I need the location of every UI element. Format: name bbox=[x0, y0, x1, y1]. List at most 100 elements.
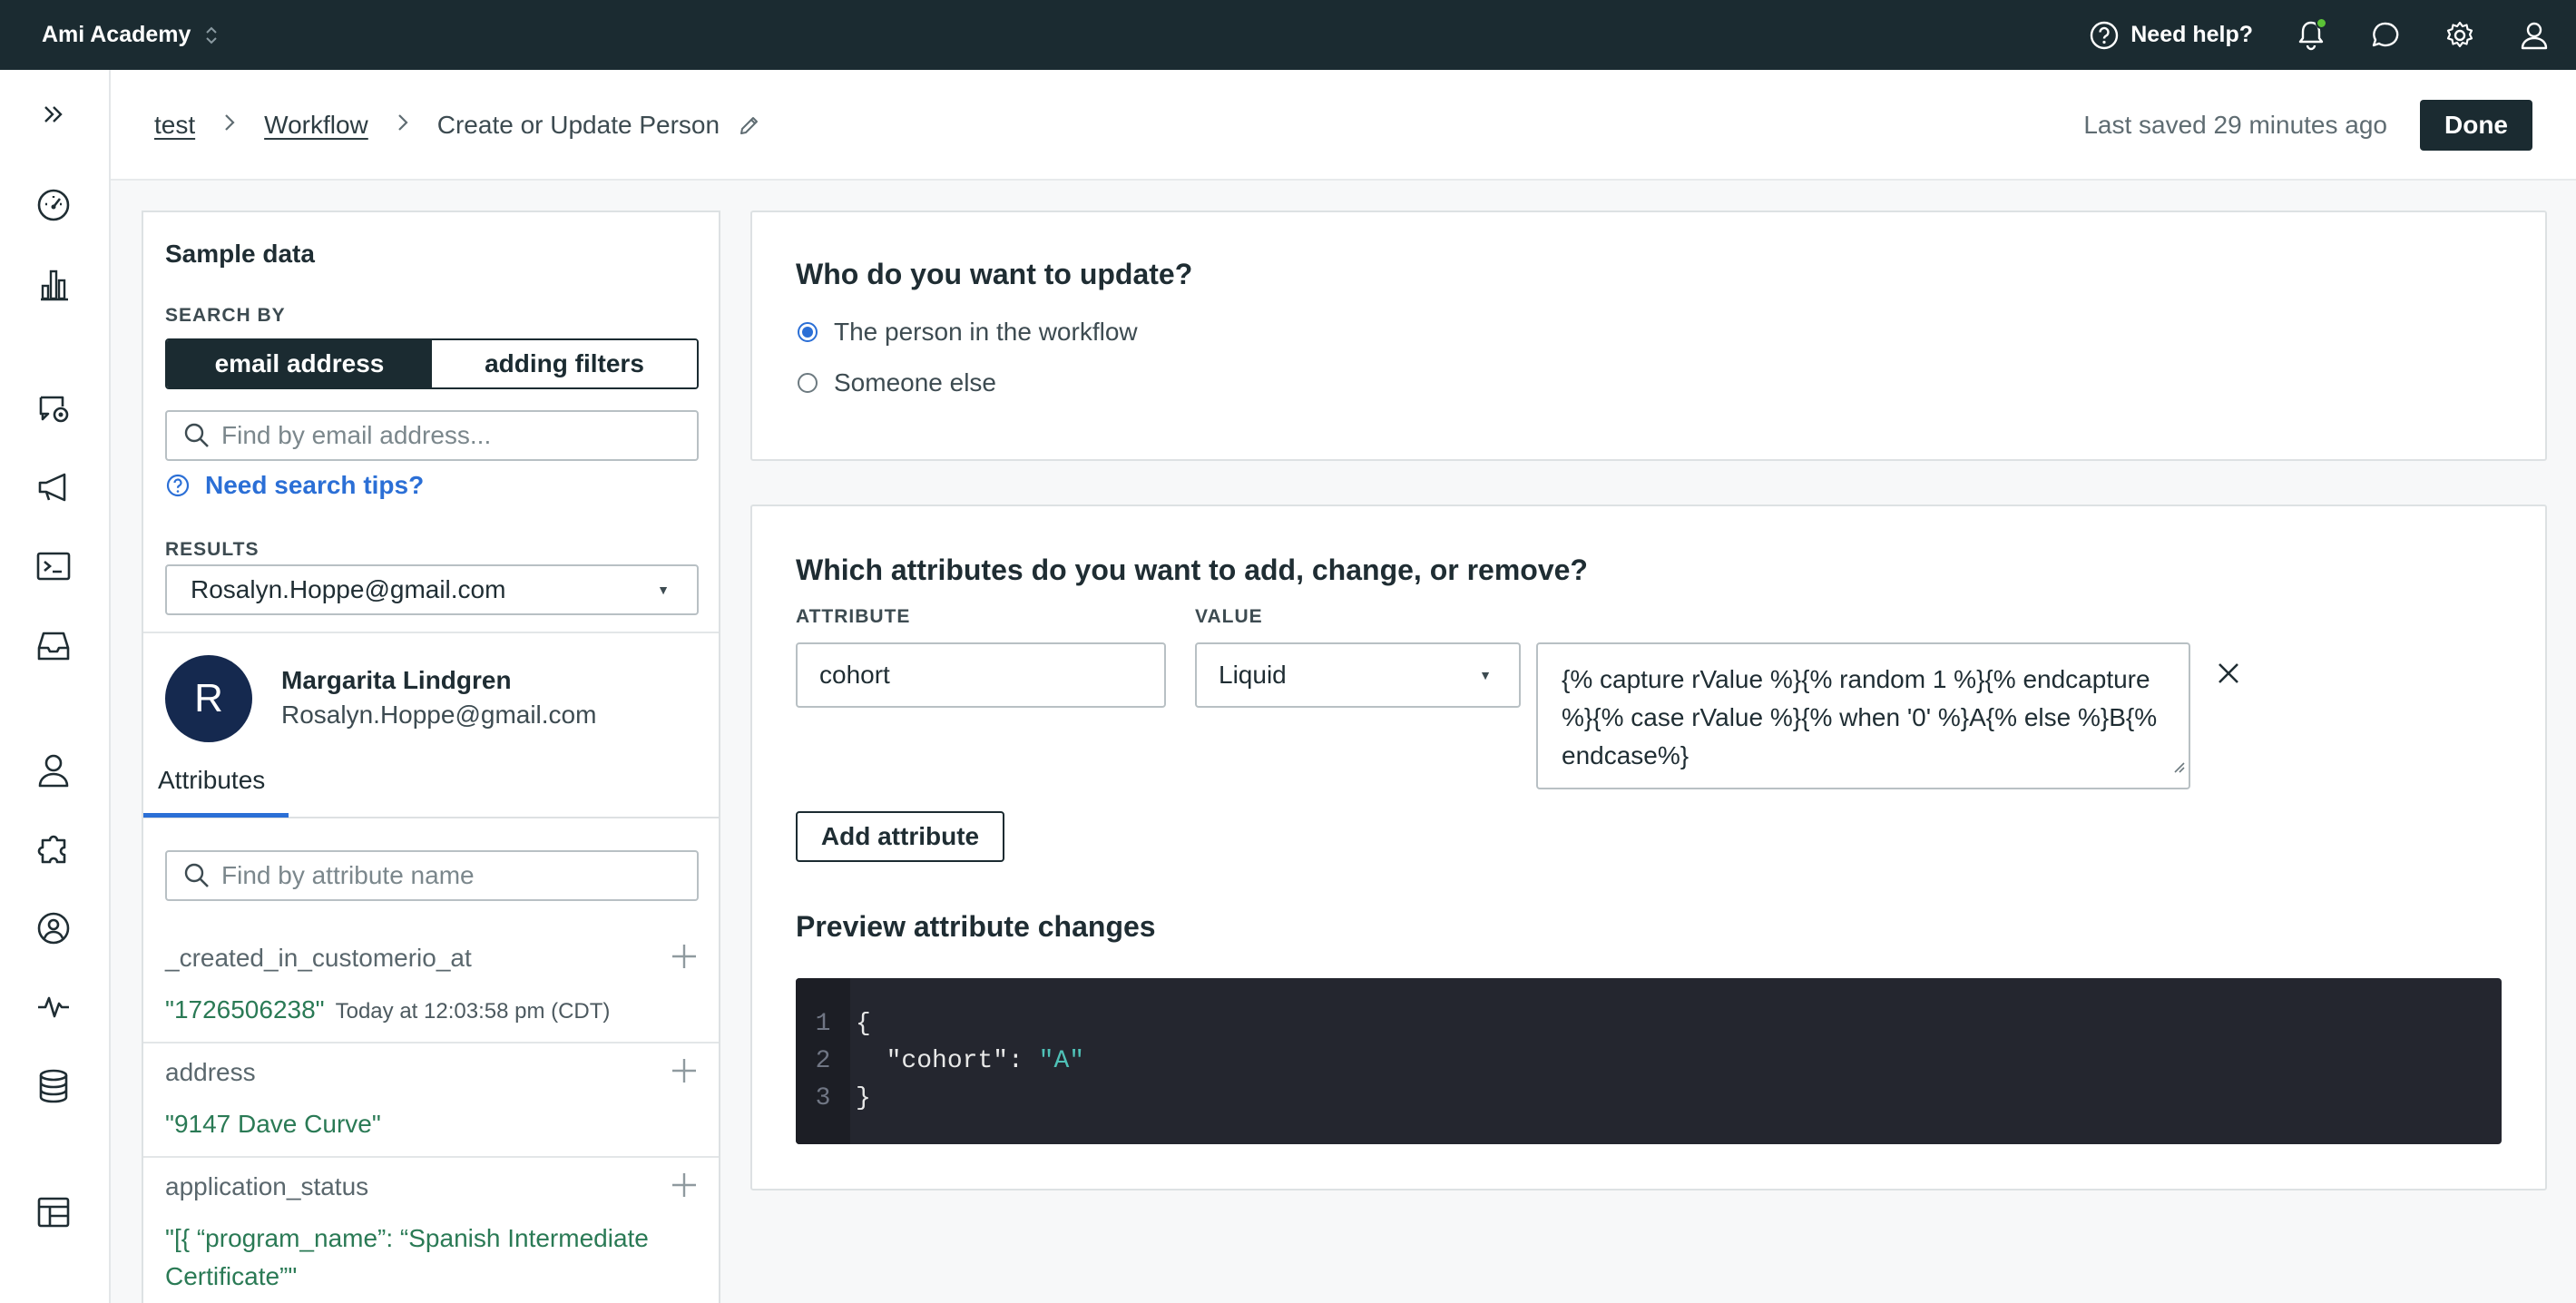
breadcrumb-workflow[interactable]: Workflow bbox=[264, 111, 368, 140]
attribute-timestamp: Today at 12:03:58 pm (CDT) bbox=[335, 999, 611, 1024]
attribute-name: _created_in_customerio_at bbox=[165, 944, 472, 972]
nav-inbox[interactable] bbox=[33, 624, 74, 666]
email-search-input[interactable] bbox=[221, 421, 693, 450]
person-icon bbox=[38, 754, 69, 788]
value-column-label: VALUE bbox=[1195, 606, 1263, 627]
search-icon bbox=[184, 423, 209, 447]
results-select[interactable]: Rosalyn.Hoppe@gmail.com ▼ bbox=[165, 564, 699, 615]
add-plus-icon[interactable] bbox=[670, 942, 699, 975]
line-number: 3 bbox=[815, 1083, 831, 1112]
liquid-value-text: {% capture rValue %}{% random 1 %}{% end… bbox=[1562, 665, 2158, 769]
code-line: 1 { bbox=[796, 1005, 871, 1042]
attribute-value: "[{ “program_name”: “Spanish Intermediat… bbox=[165, 1224, 649, 1290]
nav-accounts[interactable] bbox=[33, 907, 74, 949]
table-icon bbox=[37, 1197, 70, 1228]
active-tab-indicator bbox=[143, 813, 289, 818]
account-button[interactable] bbox=[2518, 19, 2551, 52]
campaign-icon bbox=[39, 396, 69, 423]
divider bbox=[143, 1042, 719, 1043]
value-type-select[interactable]: Liquid ▼ bbox=[1195, 642, 1521, 708]
settings-button[interactable] bbox=[2444, 19, 2476, 52]
radio-label: Someone else bbox=[834, 368, 997, 397]
need-help-label: Need help? bbox=[2130, 22, 2253, 47]
notifications-button[interactable] bbox=[2295, 16, 2327, 52]
search-by-filters-tab[interactable]: adding filters bbox=[432, 340, 697, 387]
code-line: 2 "cohort": "A" bbox=[796, 1043, 1084, 1079]
done-button[interactable]: Done bbox=[2420, 100, 2532, 151]
close-icon bbox=[2218, 663, 2238, 683]
person-email: Rosalyn.Hoppe@gmail.com bbox=[281, 700, 597, 729]
remove-attribute-button[interactable] bbox=[2214, 659, 2243, 688]
results-label: RESULTS bbox=[165, 539, 260, 560]
nav-data[interactable] bbox=[33, 1065, 74, 1107]
pencil-icon[interactable] bbox=[738, 113, 761, 137]
liquid-value-textarea[interactable]: {% capture rValue %}{% random 1 %}{% end… bbox=[1536, 642, 2190, 789]
search-tips-label: Need search tips? bbox=[205, 471, 425, 499]
person-name: Margarita Lindgren bbox=[281, 666, 512, 694]
nav-integrations[interactable] bbox=[33, 828, 74, 870]
nav-objects[interactable] bbox=[33, 1191, 74, 1233]
list-item: _created_in_customerio_at "1726506238" To… bbox=[165, 944, 699, 1031]
results-selected-value: Rosalyn.Hoppe@gmail.com bbox=[191, 575, 506, 603]
dashboard-gauge-icon bbox=[37, 189, 70, 221]
nav-transactional[interactable] bbox=[33, 545, 74, 587]
chat-bubble-icon bbox=[2372, 22, 2399, 46]
page-title: Create or Update Person bbox=[436, 111, 720, 139]
nav-analytics[interactable] bbox=[33, 263, 74, 305]
search-by-email-tab[interactable]: email address bbox=[167, 340, 432, 387]
database-icon bbox=[39, 1069, 68, 1103]
caret-down-icon: ▼ bbox=[657, 583, 670, 597]
email-search-field[interactable] bbox=[165, 410, 699, 461]
add-plus-icon[interactable] bbox=[670, 1171, 699, 1204]
resize-handle-icon[interactable] bbox=[2170, 746, 2185, 784]
divider bbox=[143, 632, 719, 633]
need-help-button[interactable]: Need help? bbox=[2089, 20, 2253, 51]
left-nav-rail bbox=[0, 70, 111, 1303]
attribute-column-label: ATTRIBUTE bbox=[796, 606, 911, 627]
code-line: 3 } bbox=[796, 1080, 871, 1116]
gear-icon bbox=[2446, 21, 2473, 47]
messages-button[interactable] bbox=[2369, 19, 2402, 52]
megaphone-icon bbox=[38, 473, 66, 502]
code-key: "cohort": bbox=[856, 1046, 1039, 1075]
expand-nav-button[interactable] bbox=[33, 93, 74, 135]
nav-campaigns[interactable] bbox=[33, 387, 74, 429]
line-number: 2 bbox=[815, 1046, 831, 1075]
value-type-selected: Liquid bbox=[1219, 661, 1287, 689]
top-bar: Ami Academy Need help? bbox=[0, 0, 2576, 70]
attribute-search-input[interactable] bbox=[221, 861, 693, 890]
breadcrumb: test Workflow Create or Update Person bbox=[154, 70, 761, 181]
add-plus-icon[interactable] bbox=[670, 1056, 699, 1090]
search-tips-link[interactable]: Need search tips? bbox=[165, 471, 424, 500]
search-mode-toggle: email address adding filters bbox=[165, 338, 699, 389]
line-number: 1 bbox=[815, 1009, 831, 1038]
radio-unselected-icon bbox=[798, 373, 818, 393]
radio-label: The person in the workflow bbox=[834, 318, 1138, 346]
workspace-switcher[interactable]: Ami Academy bbox=[42, 0, 218, 70]
chevron-right-icon bbox=[396, 112, 410, 140]
radio-someone-else[interactable]: Someone else bbox=[798, 368, 996, 397]
nav-people[interactable] bbox=[33, 749, 74, 791]
avatar: R bbox=[165, 655, 252, 742]
tab-attributes[interactable]: Attributes bbox=[158, 766, 265, 795]
who-to-update-card: Who do you want to update? The person in… bbox=[750, 211, 2547, 461]
notification-dot bbox=[2316, 16, 2327, 29]
attributes-card-title: Which attributes do you want to add, cha… bbox=[796, 554, 1588, 586]
attribute-search-field[interactable] bbox=[165, 850, 699, 901]
attribute-value: "9147 Dave Curve" bbox=[165, 1110, 381, 1138]
sample-data-panel: Sample data SEARCH BY email address addi… bbox=[142, 211, 720, 1303]
radio-person-in-workflow[interactable]: The person in the workflow bbox=[798, 318, 1138, 347]
nav-dashboard[interactable] bbox=[33, 184, 74, 226]
code-text: { bbox=[856, 1009, 871, 1038]
breadcrumb-test[interactable]: test bbox=[154, 111, 195, 140]
chevron-updown-icon bbox=[205, 24, 218, 46]
nav-activity[interactable] bbox=[33, 986, 74, 1028]
user-circle-icon bbox=[37, 912, 70, 945]
nav-broadcasts[interactable] bbox=[33, 466, 74, 508]
help-circle-icon bbox=[2091, 21, 2119, 49]
code-string: "A" bbox=[1038, 1046, 1085, 1075]
add-attribute-button[interactable]: Add attribute bbox=[796, 811, 1004, 862]
attribute-name-value: cohort bbox=[819, 661, 890, 689]
attribute-name-input[interactable]: cohort bbox=[796, 642, 1166, 708]
bar-chart-icon bbox=[41, 269, 68, 301]
